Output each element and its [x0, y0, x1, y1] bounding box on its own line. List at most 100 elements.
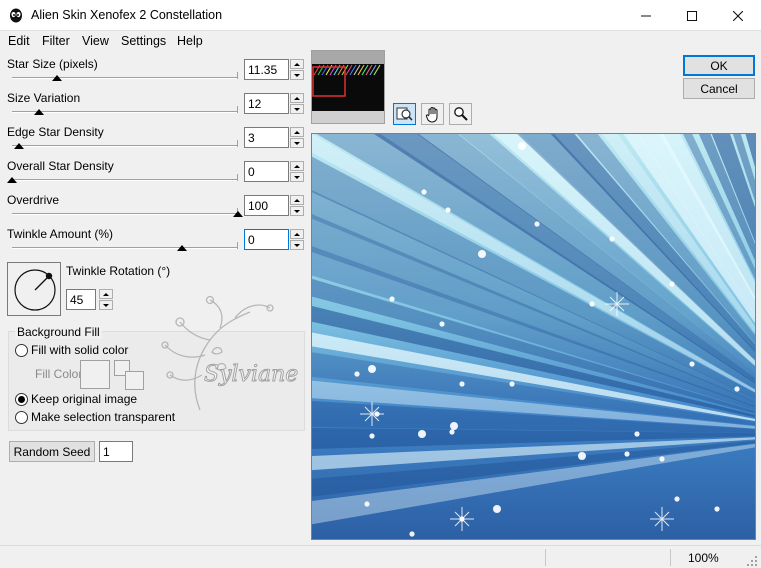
- twinkle-star: [418, 430, 426, 438]
- param-value-input[interactable]: 12: [244, 93, 289, 114]
- param-value-input[interactable]: 0: [244, 161, 289, 182]
- cancel-button[interactable]: Cancel: [683, 78, 755, 99]
- sylviane-watermark: Sylviane: [150, 290, 300, 415]
- keep-original-label[interactable]: Keep original image: [31, 392, 137, 406]
- menu-bar: Edit Filter View Settings Help: [0, 31, 761, 51]
- preview-toggle-icon: [396, 107, 413, 121]
- twinkle-star: [478, 250, 486, 258]
- watermark-text: Sylviane: [203, 362, 299, 388]
- slider-track[interactable]: [12, 179, 238, 181]
- keep-original-radio[interactable]: [15, 393, 28, 406]
- spin-down-button[interactable]: [290, 138, 304, 148]
- menu-view[interactable]: View: [82, 34, 109, 48]
- spin-down-button[interactable]: [290, 240, 304, 250]
- twinkle-star: [689, 361, 695, 367]
- fill-color-swatch[interactable]: [80, 360, 110, 389]
- twinkle-star: [659, 456, 665, 462]
- param-label: Edge Star Density: [7, 125, 104, 139]
- slider-thumb[interactable]: [34, 109, 45, 115]
- spin-down-button[interactable]: [290, 206, 304, 216]
- fill-solid-radio[interactable]: [15, 344, 28, 357]
- twinkle-star: [389, 296, 395, 302]
- slider-track[interactable]: [12, 213, 238, 215]
- arrow-up-icon: [294, 164, 300, 168]
- slider-tick: [237, 72, 238, 79]
- spin-down-button[interactable]: [290, 104, 304, 114]
- make-transparent-radio[interactable]: [15, 411, 28, 424]
- twinkle-star: [459, 381, 465, 387]
- arrow-down-icon: [294, 175, 300, 179]
- slider-track[interactable]: [12, 111, 238, 113]
- slider-track[interactable]: [12, 145, 238, 147]
- random-seed-input[interactable]: 1: [99, 441, 133, 462]
- spin-up-button[interactable]: [290, 161, 304, 171]
- twinkle-rotation-dial[interactable]: [7, 262, 61, 316]
- param-value-input[interactable]: 100: [244, 195, 289, 216]
- spin-down-button[interactable]: [99, 300, 113, 310]
- spin-up-button[interactable]: [290, 59, 304, 69]
- zoom-icon: [453, 107, 468, 121]
- param-value-input[interactable]: 0: [244, 229, 289, 250]
- arrow-down-icon: [294, 107, 300, 111]
- param-label: Size Variation: [7, 91, 81, 105]
- fill-solid-label[interactable]: Fill with solid color: [31, 343, 128, 357]
- spin-up-button[interactable]: [290, 229, 304, 239]
- spin-buttons: [290, 195, 304, 216]
- spin-up-button[interactable]: [290, 93, 304, 103]
- preview-image[interactable]: [311, 133, 756, 540]
- spin-down-button[interactable]: [290, 70, 304, 80]
- slider-tick: [237, 242, 238, 249]
- arrow-down-icon: [294, 243, 300, 247]
- random-seed-button[interactable]: Random Seed: [9, 441, 95, 462]
- zoom-tool-button[interactable]: [449, 103, 472, 125]
- twinkle-star: [445, 207, 451, 213]
- twinkle-star: [409, 531, 415, 537]
- twinkle-star: [509, 381, 515, 387]
- alien-skin-app-icon: [10, 8, 22, 23]
- spin-up-button[interactable]: [290, 127, 304, 137]
- spin-buttons: [290, 93, 304, 114]
- twinkle-star: [364, 501, 370, 507]
- fill-color-label: Fill Color: [35, 367, 83, 381]
- toggle-preview-button[interactable]: [393, 103, 416, 125]
- slider-track[interactable]: [12, 77, 238, 79]
- arrow-up-icon: [294, 96, 300, 100]
- navigator-thumbnail[interactable]: [311, 50, 385, 124]
- resize-grip-icon[interactable]: [746, 555, 758, 567]
- spin-up-button[interactable]: [290, 195, 304, 205]
- twinkle-star: [368, 365, 376, 373]
- twinkle-star: [589, 301, 595, 307]
- maximize-button[interactable]: [669, 0, 715, 31]
- param-value-input[interactable]: 11.35: [244, 59, 289, 80]
- param-overall-star-density: Overall Star Density 0: [0, 159, 310, 193]
- arrow-down-icon: [294, 73, 300, 77]
- thumbnail-image: [312, 51, 384, 123]
- slider-thumb[interactable]: [7, 177, 17, 183]
- slider-track[interactable]: [12, 247, 238, 249]
- menu-settings[interactable]: Settings: [121, 34, 166, 48]
- slider-thumb[interactable]: [52, 75, 63, 81]
- slider-tick: [237, 106, 238, 113]
- menu-help[interactable]: Help: [177, 34, 203, 48]
- minimize-button[interactable]: [623, 0, 669, 31]
- param-value-input[interactable]: 3: [244, 127, 289, 148]
- hand-tool-button[interactable]: [421, 103, 444, 125]
- spin-up-button[interactable]: [99, 289, 113, 299]
- menu-edit[interactable]: Edit: [8, 34, 30, 48]
- spin-down-button[interactable]: [290, 172, 304, 182]
- menu-filter[interactable]: Filter: [42, 34, 70, 48]
- twinkle-star: [518, 142, 526, 150]
- slider-thumb[interactable]: [176, 245, 187, 251]
- arrow-down-icon: [294, 209, 300, 213]
- slider-thumb[interactable]: [233, 211, 243, 217]
- twinkle-rotation-input[interactable]: 45: [66, 289, 96, 310]
- floral-watermark-icon: [161, 295, 274, 411]
- close-button[interactable]: [715, 0, 761, 31]
- param-label: Overall Star Density: [7, 159, 114, 173]
- slider-thumb[interactable]: [13, 143, 24, 149]
- param-label: Twinkle Amount (%): [7, 227, 114, 241]
- param-label: Star Size (pixels): [7, 57, 98, 71]
- ok-button[interactable]: OK: [683, 55, 755, 76]
- minimize-icon: [641, 15, 651, 16]
- twinkle-star: [449, 429, 455, 435]
